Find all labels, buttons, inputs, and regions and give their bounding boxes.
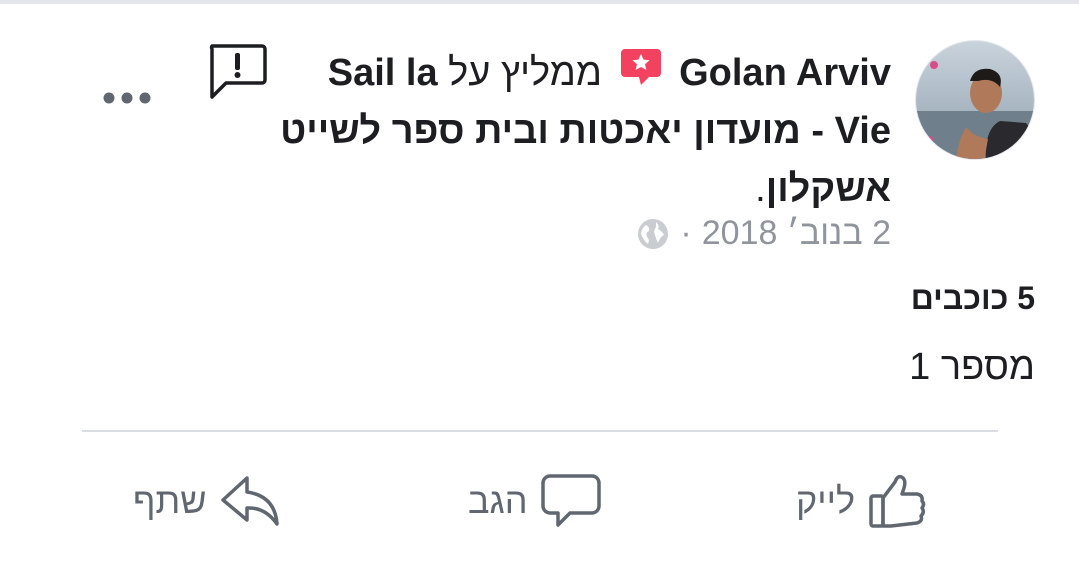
recommend-verb: ממליץ על	[448, 52, 602, 94]
top-divider	[0, 0, 1079, 4]
like-button[interactable]: לייק	[796, 466, 929, 536]
comment-bubble-icon	[540, 470, 602, 532]
more-options-icon[interactable]	[102, 88, 152, 108]
rating-text: 5 כוכבים	[910, 280, 1035, 316]
thumbs-up-icon	[867, 470, 929, 532]
globe-icon	[636, 217, 670, 251]
avatar[interactable]	[915, 40, 1035, 160]
review-text: מספר 1	[909, 346, 1035, 388]
meta-separator: ·	[680, 214, 692, 252]
post-date[interactable]: 2 בנוב׳ 2018	[702, 214, 891, 253]
report-flag-icon[interactable]	[206, 42, 268, 102]
post-meta: 2 בנוב׳ 2018 ·	[636, 214, 891, 253]
share-button[interactable]: שתף	[133, 466, 281, 536]
author-name[interactable]: Golan Arviv	[679, 52, 891, 94]
actions-divider	[82, 430, 998, 432]
recommend-star-badge-icon	[619, 46, 663, 86]
comment-label: הגב	[468, 480, 528, 521]
page-suffix: .	[755, 168, 766, 210]
like-label: לייק	[796, 480, 856, 521]
post-header: Golan Arviv ממליץ על Sail la Vie - מועדו…	[271, 44, 891, 218]
comment-button[interactable]: הגב	[468, 466, 602, 536]
share-arrow-icon	[219, 470, 281, 532]
share-label: שתף	[133, 480, 207, 521]
